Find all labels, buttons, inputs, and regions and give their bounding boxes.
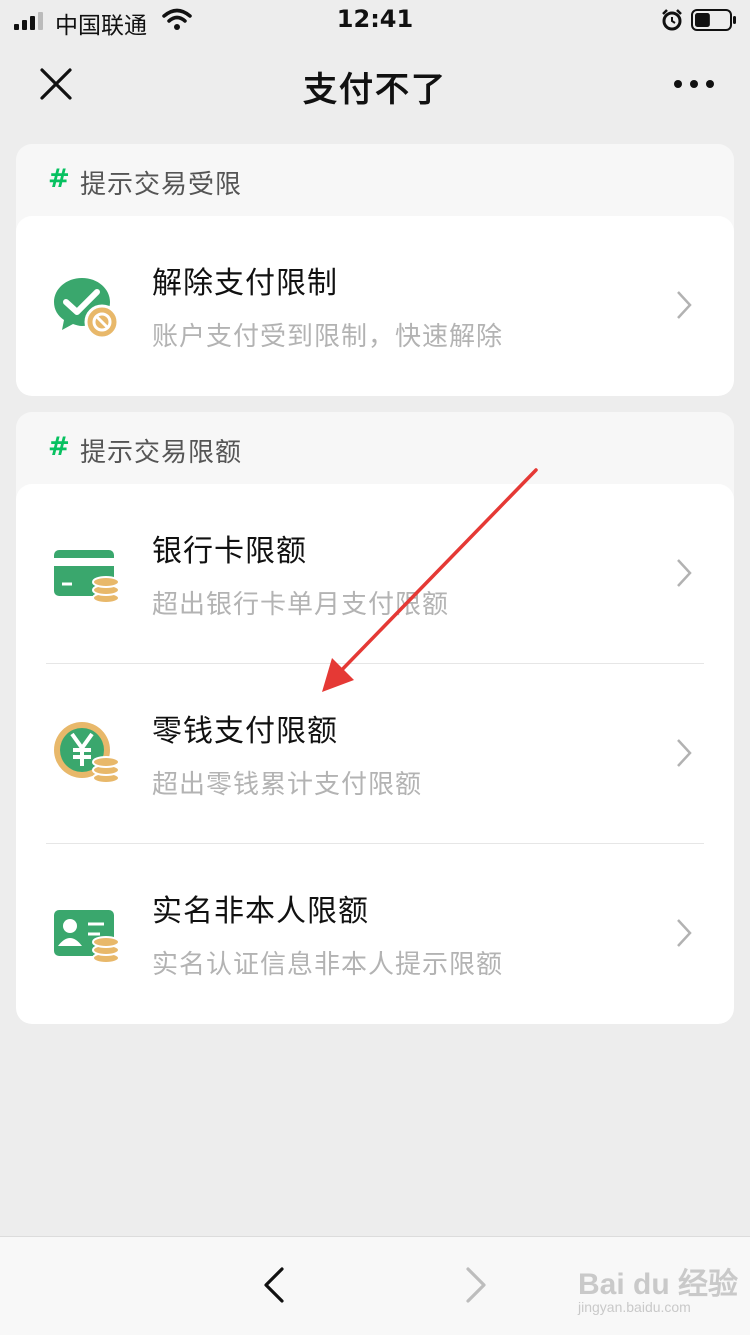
alarm-icon [662, 9, 682, 31]
annotation-arrow-icon [322, 468, 538, 692]
item-description: 超出零钱累计支付限额 [152, 770, 423, 800]
watermark-sub: jingyan.baidu.com [578, 1299, 691, 1315]
bank-card-coins-icon [54, 550, 120, 604]
bottom-toolbar: Bai du 经验 jingyan.baidu.com [0, 1236, 750, 1335]
section-header: # 提示交易受限 [16, 144, 734, 216]
section-card: 解除支付限制 账户支付受到限制，快速解除 [16, 216, 734, 396]
more-icon[interactable] [666, 68, 722, 100]
list-item-remove-pay-restriction[interactable]: 解除支付限制 账户支付受到限制，快速解除 [16, 216, 734, 396]
item-title: 实名非本人限额 [152, 894, 369, 929]
watermark-text: Bai du 经验 [578, 1268, 739, 1301]
battery-icon [691, 9, 736, 31]
item-description: 账户支付受到限制，快速解除 [152, 322, 504, 352]
section-trade-restricted: # 提示交易受限 解除支付限制 账户支付受到限制，快速解除 [16, 144, 734, 396]
section-title: 提示交易受限 [80, 170, 243, 200]
item-title: 零钱支付限额 [152, 714, 338, 749]
chevron-left-icon[interactable] [258, 1265, 290, 1305]
page-title: 支付不了 [303, 70, 447, 110]
yuan-coins-icon [54, 722, 120, 784]
chevron-right-icon [677, 291, 692, 319]
chevron-right-icon[interactable] [460, 1265, 492, 1305]
item-title: 解除支付限制 [152, 266, 338, 301]
id-card-coins-icon [54, 910, 120, 964]
baidu-watermark: Bai du 经验 jingyan.baidu.com [578, 1259, 738, 1319]
section-title: 提示交易限额 [80, 438, 243, 468]
clock-time: 12:41 [336, 5, 414, 33]
hash-icon: # [48, 432, 70, 462]
item-description: 实名认证信息非本人提示限额 [152, 950, 504, 980]
item-title: 银行卡限额 [152, 534, 307, 569]
list-item-real-name-limit[interactable]: 实名非本人限额 实名认证信息非本人提示限额 [16, 844, 734, 1024]
chevron-right-icon [677, 919, 692, 947]
wechat-pay-blocked-icon [54, 278, 120, 340]
status-bar: 中国联通 12:41 [0, 0, 750, 40]
navigation-bar: 支付不了 [0, 40, 750, 128]
chevron-right-icon [677, 739, 692, 767]
chevron-right-icon [677, 559, 692, 587]
hash-icon: # [48, 164, 70, 194]
